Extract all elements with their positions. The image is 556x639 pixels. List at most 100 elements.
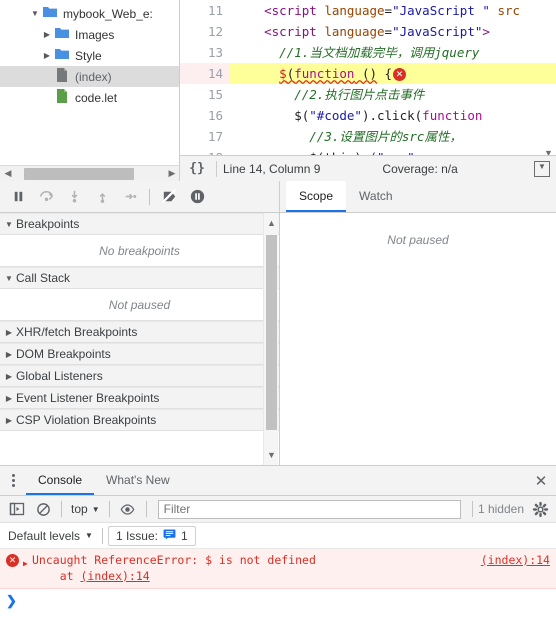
error-message-body: Uncaught ReferenceError: $ is not define…	[32, 552, 552, 584]
code-line[interactable]: 13 //1.当文档加载完毕，调用jquery	[180, 42, 556, 63]
console-prompt[interactable]: ❯	[0, 589, 556, 613]
chevron-right-icon[interactable]: ▶	[40, 51, 54, 60]
chevron-down-icon[interactable]: ▼	[85, 531, 93, 540]
chevron-down-icon[interactable]: ▼	[92, 505, 100, 514]
scrollbar-track[interactable]	[16, 166, 164, 182]
chevron-right-icon[interactable]: ▶	[2, 372, 16, 381]
issues-button[interactable]: 1 Issue: 1	[107, 525, 196, 546]
close-icon[interactable]: ✕	[526, 466, 556, 495]
line-code[interactable]: //2.执行图片点击事件	[230, 84, 556, 105]
scrollbar-thumb[interactable]	[266, 235, 277, 430]
chevron-right-icon[interactable]: ▶	[2, 416, 16, 425]
tab-whats-new[interactable]: What's New	[94, 466, 182, 495]
clear-console-icon[interactable]	[30, 498, 56, 520]
tab-scope[interactable]: Scope	[286, 181, 347, 212]
scroll-right-arrow-icon[interactable]: ▶	[164, 168, 179, 179]
step-into-button[interactable]	[60, 184, 88, 210]
scrollbar-thumb[interactable]	[24, 167, 134, 180]
gear-icon[interactable]	[528, 501, 552, 518]
line-code[interactable]: $("#code").click(function	[230, 105, 556, 126]
divider	[149, 188, 150, 205]
tree-item-label: Images	[75, 27, 115, 42]
console-sidebar-icon[interactable]	[4, 498, 30, 520]
pause-resume-button[interactable]	[4, 184, 32, 210]
tree-item-index[interactable]: (index)	[0, 66, 179, 87]
tree-item-style[interactable]: ▶ Style	[0, 45, 179, 66]
line-number: 16	[207, 108, 223, 123]
tab-console[interactable]: Console	[26, 466, 95, 495]
scope-watch-panel: Scope Watch Not paused	[280, 181, 556, 465]
line-code[interactable]: <script language="JavaScript">	[230, 21, 556, 42]
error-stack-link[interactable]: (index):14	[80, 569, 149, 583]
chevron-down-icon[interactable]: ▼	[2, 274, 16, 283]
scroll-down-arrow-icon[interactable]: ▼	[264, 447, 279, 463]
editor-content[interactable]: 11 <script language="JavaScript " src 12…	[180, 0, 556, 181]
error-icon: ✕	[6, 554, 19, 567]
section-xhr-fetch-breakpoints[interactable]: ▶ XHR/fetch Breakpoints	[0, 321, 279, 343]
navigator-file-tree[interactable]: ▼ mybook_Web_e: ▶ Images ▶ Style (index)…	[0, 0, 180, 181]
step-out-button[interactable]	[88, 184, 116, 210]
tree-item-label: mybook_Web_e:	[63, 6, 153, 21]
live-expression-icon[interactable]	[115, 498, 141, 520]
section-breakpoints[interactable]: ▼ Breakpoints	[0, 213, 279, 235]
console-filter-input[interactable]	[157, 499, 461, 519]
section-label: Global Listeners	[16, 369, 103, 383]
chevron-down-icon[interactable]: ▼	[2, 220, 16, 229]
line-code[interactable]: //1.当文档加载完毕，调用jquery	[230, 42, 556, 63]
code-line-highlighted[interactable]: 14 $(function () {✕	[180, 63, 556, 84]
tree-item-images[interactable]: ▶ Images	[0, 24, 179, 45]
section-event-listener-breakpoints[interactable]: ▶ Event Listener Breakpoints	[0, 387, 279, 409]
tree-item-mybook-web[interactable]: ▼ mybook_Web_e:	[0, 3, 179, 24]
expand-arrow-icon[interactable]: ▶	[23, 556, 32, 572]
chevron-down-icon[interactable]: ▼	[28, 9, 42, 18]
tab-label: What's New	[106, 472, 170, 487]
chevron-right-icon[interactable]: ▶	[40, 30, 54, 39]
debugger-sections: ▼ Breakpoints No breakpoints ▼ Call Stac…	[0, 213, 279, 465]
step-over-button[interactable]	[32, 184, 60, 210]
popout-icon[interactable]: ▼	[534, 160, 550, 177]
section-global-listeners[interactable]: ▶ Global Listeners	[0, 365, 279, 387]
console-error-message[interactable]: ✕ ▶ Uncaught ReferenceError: $ is not de…	[0, 549, 556, 589]
tree-item-code-let[interactable]: code.let	[0, 87, 179, 108]
debugger-toolbar	[0, 181, 279, 213]
chevron-right-icon[interactable]: ▶	[2, 350, 16, 359]
code-line[interactable]: 12 <script language="JavaScript">	[180, 21, 556, 42]
execution-context-selector[interactable]: top ▼	[67, 502, 104, 516]
error-source-link[interactable]: (index):14	[481, 552, 550, 568]
divider	[101, 527, 103, 544]
breakpoints-empty-message: No breakpoints	[0, 235, 279, 267]
code-editor[interactable]: 11 <script language="JavaScript " src 12…	[180, 0, 556, 181]
navigator-horizontal-scrollbar[interactable]: ◀ ▶	[0, 165, 179, 182]
line-code[interactable]: //3.设置图片的src属性，	[230, 126, 556, 147]
folder-icon	[54, 46, 70, 65]
code-line[interactable]: 16 $("#code").click(function	[180, 105, 556, 126]
pause-on-exceptions-button[interactable]	[183, 184, 211, 210]
issues-count: 1	[181, 528, 188, 543]
drawer-tabbar: Console What's New ✕	[0, 466, 556, 496]
code-line[interactable]: 17 //3.设置图片的src属性，	[180, 126, 556, 147]
kebab-menu-icon[interactable]	[0, 466, 26, 495]
code-line[interactable]: 15 //2.执行图片点击事件	[180, 84, 556, 105]
section-call-stack[interactable]: ▼ Call Stack	[0, 267, 279, 289]
line-number: 13	[207, 45, 223, 60]
log-levels-selector[interactable]: Default levels ▼	[4, 529, 97, 543]
section-dom-breakpoints[interactable]: ▶ DOM Breakpoints	[0, 343, 279, 365]
chevron-right-icon[interactable]: ▶	[2, 328, 16, 337]
step-button[interactable]	[116, 184, 144, 210]
tree-item-label: code.let	[75, 90, 118, 105]
scroll-left-arrow-icon[interactable]: ◀	[0, 168, 16, 179]
chevron-right-icon[interactable]: ▶	[2, 394, 16, 403]
code-line[interactable]: 11 <script language="JavaScript " src	[180, 0, 556, 21]
line-code[interactable]: <script language="JavaScript " src	[230, 0, 556, 21]
line-code[interactable]: $(function () {✕	[230, 63, 556, 84]
debugger-sidebar: ▼ Breakpoints No breakpoints ▼ Call Stac…	[0, 181, 280, 465]
scope-watch-tabbar: Scope Watch	[280, 181, 556, 213]
debugger-vertical-scrollbar[interactable]: ▲ ▼	[263, 213, 278, 465]
section-csp-violation-breakpoints[interactable]: ▶ CSP Violation Breakpoints	[0, 409, 279, 431]
deactivate-breakpoints-button[interactable]	[155, 184, 183, 210]
inline-error-icon[interactable]: ✕	[393, 68, 407, 81]
tab-watch[interactable]: Watch	[346, 181, 406, 212]
scroll-up-arrow-icon[interactable]: ▲	[264, 215, 279, 231]
format-pretty-print-icon[interactable]: {}	[180, 161, 214, 176]
tab-label: Watch	[359, 188, 393, 203]
